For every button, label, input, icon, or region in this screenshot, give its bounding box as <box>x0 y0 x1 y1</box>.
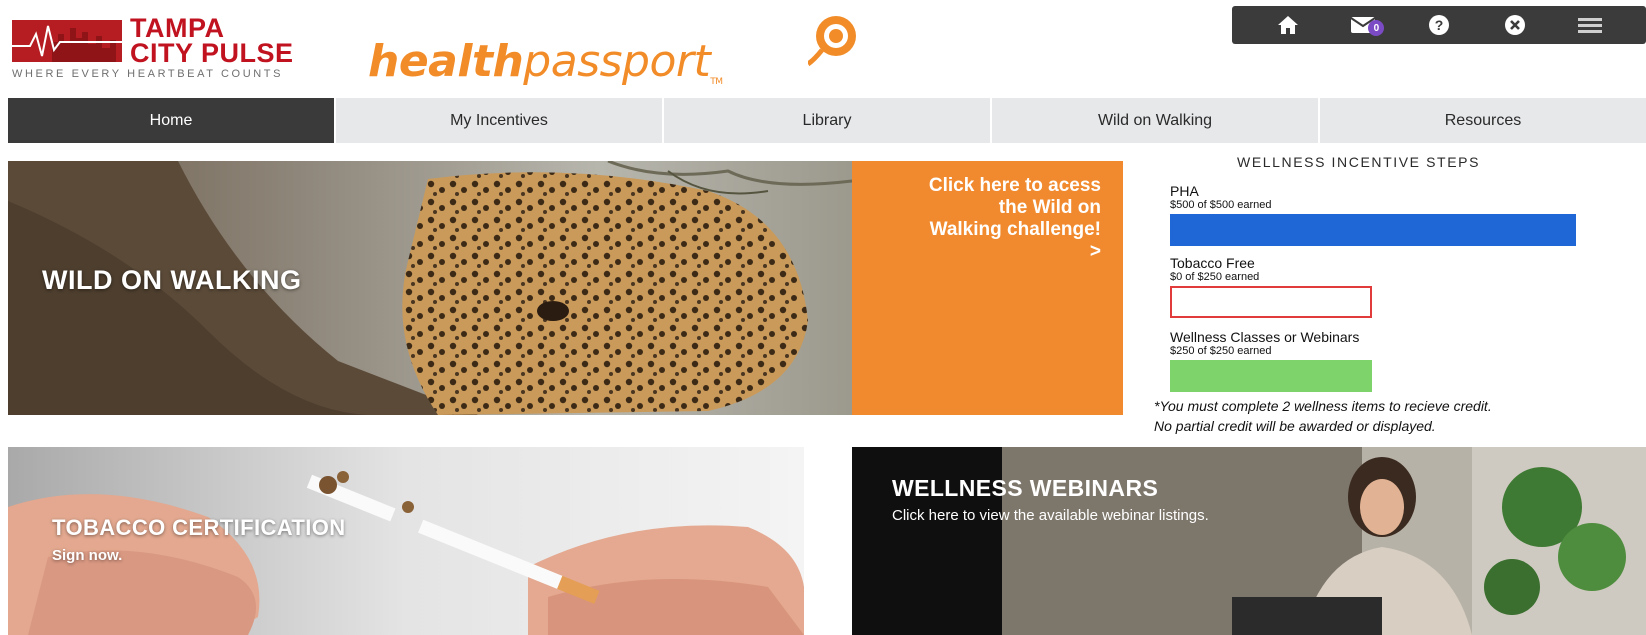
incentive-step-pha[interactable]: PHA $500 of $500 earned <box>1170 184 1590 246</box>
progress-bar <box>1170 360 1372 392</box>
tab-resources[interactable]: Resources <box>1320 98 1646 143</box>
incentive-step-tobacco-free[interactable]: Tobacco Free $0 of $250 earned <box>1170 256 1590 318</box>
tab-library[interactable]: Library <box>664 98 992 143</box>
svg-text:?: ? <box>1435 17 1444 33</box>
help-icon[interactable]: ? <box>1422 10 1456 40</box>
hero-title: WILD ON WALKING <box>42 265 302 295</box>
step-earned: $500 of $500 earned <box>1170 199 1272 211</box>
incentive-steps-heading: WELLNESS INCENTIVE STEPS <box>1237 154 1481 170</box>
tobacco-card-subtitle: Sign now. <box>52 547 123 564</box>
health-passport-wordmark: healthpassportTM <box>368 36 723 87</box>
incentive-disclaimer: *You must complete 2 wellness items to r… <box>1154 398 1492 434</box>
health-passport-logo[interactable]: healthpassportTM <box>368 12 878 92</box>
mail-count-badge: 0 <box>1368 20 1385 36</box>
wild-on-walking-cta-button[interactable]: Click here to acess the Wild on Walking … <box>852 161 1123 415</box>
wellness-webinars-card[interactable]: WELLNESS WEBINARS Click here to view the… <box>852 447 1646 635</box>
webinar-card-subtitle: Click here to view the available webinar… <box>892 507 1209 524</box>
menu-icon[interactable] <box>1573 10 1607 40</box>
tcp-wordmark: TAMPA CITY PULSE <box>130 13 294 68</box>
progress-bar <box>1170 286 1372 318</box>
wellness-incentive-panel: WELLNESS INCENTIVE STEPS PHA $500 of $50… <box>1150 150 1646 434</box>
tcp-tagline: WHERE EVERY HEARTBEAT COUNTS <box>12 68 284 80</box>
skyline-heartbeat-icon <box>12 20 122 62</box>
cta-line-1: Click here to acess <box>928 175 1101 196</box>
step-label: Tobacco Free <box>1170 255 1255 271</box>
webinar-card-title: WELLNESS WEBINARS <box>892 475 1159 501</box>
step-earned: $250 of $250 earned <box>1170 345 1272 357</box>
main-nav: Home My Incentives Library Wild on Walki… <box>8 98 1646 143</box>
tobacco-card-title: TOBACCO CERTIFICATION <box>52 515 346 540</box>
step-label: Wellness Classes or Webinars <box>1170 329 1360 345</box>
home-icon[interactable] <box>1271 10 1305 40</box>
incentive-step-wellness-classes[interactable]: Wellness Classes or Webinars $250 of $25… <box>1170 330 1590 392</box>
step-earned: $0 of $250 earned <box>1170 271 1260 283</box>
tobacco-certification-card[interactable]: TOBACCO CERTIFICATION Sign now. <box>8 447 804 635</box>
cta-line-3: Walking challenge! <box>929 219 1101 240</box>
mail-icon[interactable]: 0 <box>1346 10 1385 40</box>
progress-bar <box>1170 214 1576 246</box>
broken-cigarette-photo <box>8 447 804 635</box>
step-label: PHA <box>1170 183 1199 199</box>
tampa-city-pulse-logo[interactable]: TAMPA CITY PULSE WHERE EVERY HEARTBEAT C… <box>12 13 312 82</box>
utility-toolbar: 0 ? <box>1232 6 1646 44</box>
close-icon[interactable] <box>1498 10 1532 40</box>
location-pin-icon <box>808 16 856 67</box>
wild-on-walking-banner[interactable]: WILD ON WALKING <box>8 161 852 415</box>
tab-wild-on-walking[interactable]: Wild on Walking <box>992 98 1320 143</box>
tab-my-incentives[interactable]: My Incentives <box>336 98 664 143</box>
tab-home[interactable]: Home <box>8 98 336 143</box>
chevron-right-icon: > <box>1089 241 1101 262</box>
cta-line-2: the Wild on <box>998 197 1101 218</box>
